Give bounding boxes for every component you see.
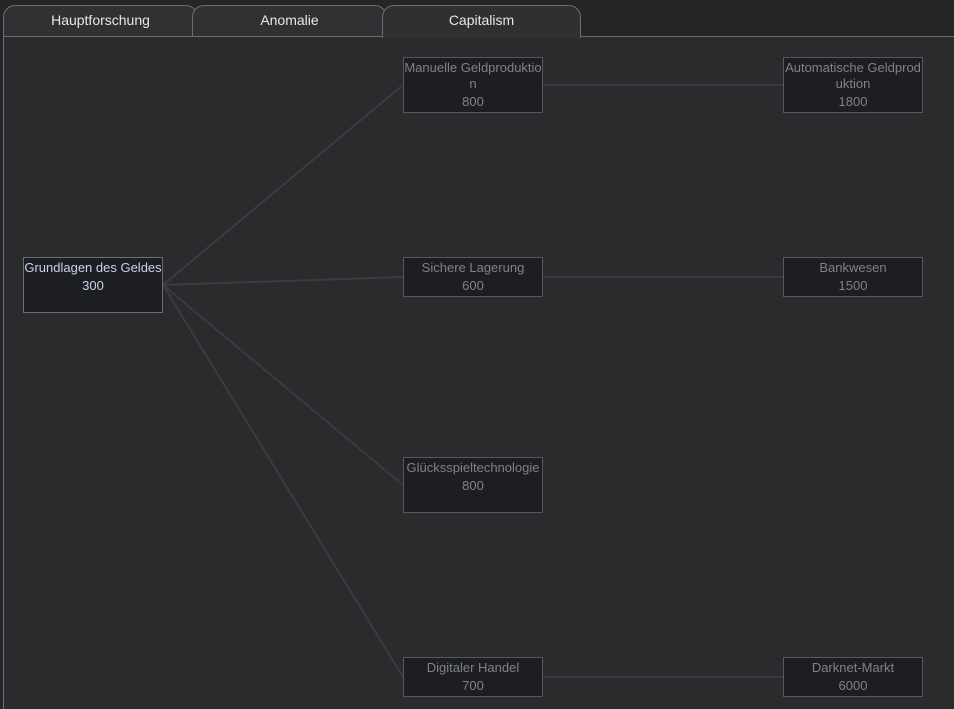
tab-hauptforschung[interactable]: Hauptforschung [3, 5, 198, 37]
research-node-manuelle-geldproduktion[interactable]: Manuelle Geldproduktion 800 [403, 57, 543, 113]
research-node-sichere-lagerung[interactable]: Sichere Lagerung 600 [403, 257, 543, 297]
research-node-name: Grundlagen des Geldes [24, 260, 162, 275]
research-node-cost: 800 [462, 478, 484, 493]
research-screen: Hauptforschung Anomalie Capitalism Grund… [0, 0, 954, 709]
research-node-digitaler-handel[interactable]: Digitaler Handel 700 [403, 657, 543, 697]
research-node-gluecksspieltechnologie[interactable]: Glücksspieltechnologie 800 [403, 457, 543, 513]
tab-capitalism[interactable]: Capitalism [382, 5, 581, 38]
research-node-bankwesen[interactable]: Bankwesen 1500 [783, 257, 923, 297]
research-node-name: Glücksspieltechnologie [406, 460, 540, 475]
research-node-name: Bankwesen [819, 260, 887, 275]
research-node-cost: 6000 [838, 678, 868, 693]
research-node-cost: 1500 [838, 278, 868, 293]
research-node-cost: 800 [462, 94, 484, 109]
research-node-name: Automatische Geldproduktion [785, 60, 921, 91]
research-node-cost: 1800 [838, 94, 868, 109]
research-node-name: Sichere Lagerung [421, 260, 525, 275]
research-node-cost: 300 [82, 278, 104, 293]
research-node-name: Darknet-Markt [811, 660, 895, 675]
research-node-name: Manuelle Geldproduktion [404, 60, 542, 91]
research-node-automatische-geldproduktion[interactable]: Automatische Geldproduktion 1800 [783, 57, 923, 113]
research-node-cost: 700 [462, 678, 484, 693]
research-node-darknet-markt[interactable]: Darknet-Markt 6000 [783, 657, 923, 697]
research-node-name: Digitaler Handel [426, 660, 520, 675]
research-tree-panel [3, 36, 954, 709]
tab-anomalie[interactable]: Anomalie [192, 5, 387, 37]
research-node-grundlagen-des-geldes[interactable]: Grundlagen des Geldes 300 [23, 257, 163, 313]
research-node-cost: 600 [462, 278, 484, 293]
